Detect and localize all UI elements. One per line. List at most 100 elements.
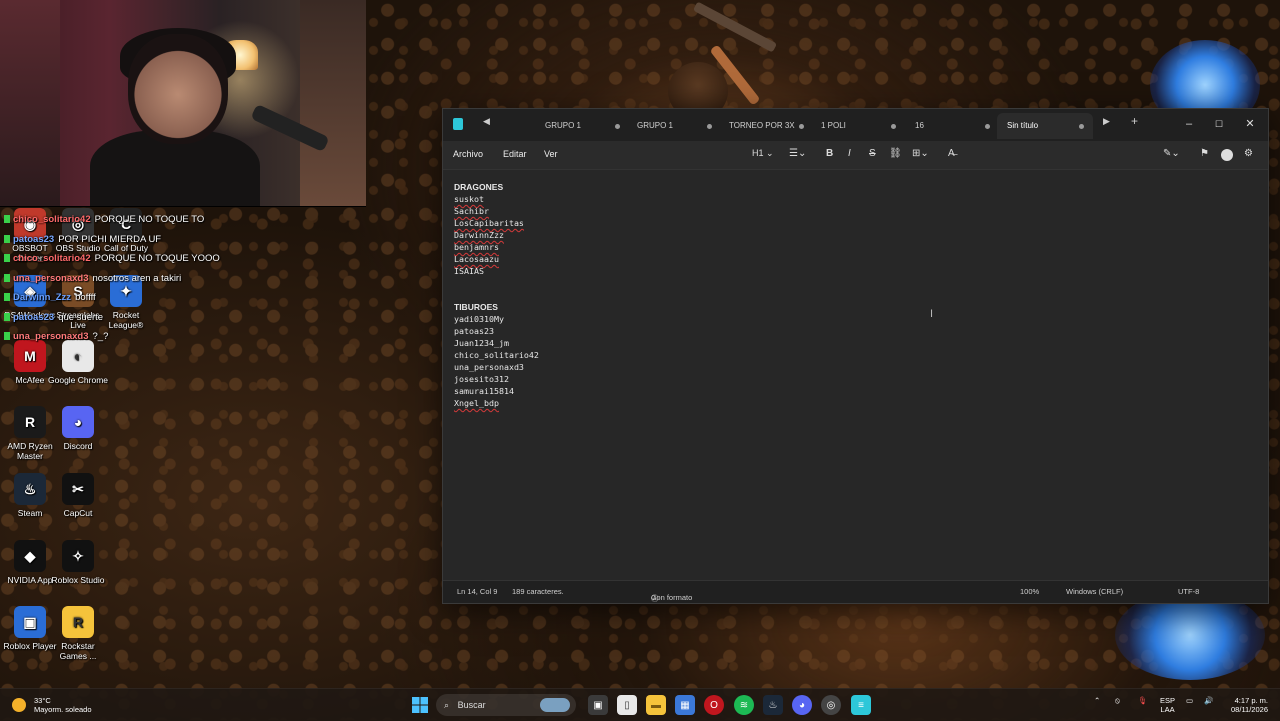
capcut-icon: ✂: [62, 473, 94, 505]
zoom-level[interactable]: 100%: [1020, 587, 1039, 596]
chat-text: PORQUE NO TOQUE YOOO: [94, 253, 220, 264]
chat-badge-icon: [4, 293, 10, 302]
obs-taskbar-icon[interactable]: ◎: [821, 695, 841, 715]
roblox-studio-icon: ✧: [62, 540, 94, 572]
tab-grupo-1-b[interactable]: GRUPO 1: [627, 113, 715, 139]
taskbar-search[interactable]: ⌕ Buscar: [436, 694, 576, 716]
document-line: Lacosaazu: [454, 254, 499, 264]
menu-archivo[interactable]: Archivo: [453, 149, 483, 159]
chat-username: patoas23: [13, 233, 55, 245]
settings-gear-icon[interactable]: ⚙: [1244, 148, 1253, 159]
menu-editar[interactable]: Editar: [503, 149, 527, 159]
text-cursor-icon: I: [930, 308, 934, 320]
network-icon[interactable]: ▭: [1186, 696, 1193, 705]
document-line: Juan1234_jm: [454, 338, 509, 348]
tab-16[interactable]: 16: [905, 113, 993, 139]
list-dropdown-icon[interactable]: ☰⌄: [789, 148, 806, 159]
document-line: benjamnrs: [454, 242, 499, 252]
windows-start-icon[interactable]: [410, 695, 430, 715]
unsaved-dot-icon: [985, 124, 990, 129]
document-line: yadi0310My: [454, 314, 504, 324]
document-line: LosCapibaritas: [454, 218, 524, 228]
steam-taskbar-icon[interactable]: ♨: [763, 695, 783, 715]
copilot-icon[interactable]: ✎⌄: [1163, 148, 1180, 159]
taskbar: 33°C Mayorm. soleado ⌕ Buscar ▣ ▯ ▬ ▦ O …: [0, 688, 1280, 721]
link-icon[interactable]: ⛓: [889, 148, 902, 159]
file-icon[interactable]: ▯: [617, 695, 637, 715]
text-editor[interactable]: DRAGONES suskot Sachibr LosCapibaritas Darwi…: [443, 170, 1268, 581]
document-text[interactable]: DRAGONES suskot Sachibr LosCapibaritas Darwi…: [454, 181, 539, 409]
clear-format-icon[interactable]: A̶: [948, 148, 955, 159]
discord-taskbar-icon[interactable]: ◕: [792, 695, 812, 715]
document-line: chico_solitario42: [454, 350, 539, 360]
document-line: Xngel_bdp: [454, 398, 499, 408]
chat-badge-icon: [4, 312, 10, 321]
feedback-icon[interactable]: ⚑: [1200, 148, 1209, 159]
show-hidden-icons[interactable]: ⌃: [1094, 696, 1100, 705]
tab-1-poli[interactable]: 1 POLI: [811, 113, 899, 139]
desktop-icon[interactable]: R Rockstar Games ...: [48, 606, 108, 661]
chat-text: boffff: [75, 292, 96, 303]
chat-username: Darwinn_Zzz: [13, 292, 72, 303]
minimize-icon[interactable]: –: [1175, 114, 1203, 134]
search-highlight-icon: [540, 698, 570, 712]
sun-icon: [12, 698, 26, 712]
desktop-icon[interactable]: ◐ Google Chrome: [48, 340, 108, 385]
maximize-icon[interactable]: ☐: [1205, 114, 1233, 134]
desktop-icon[interactable]: ✧ Roblox Studio: [48, 540, 108, 585]
document-line: patoas23: [454, 326, 494, 336]
tab-grupo-1[interactable]: GRUPO 1: [535, 113, 623, 139]
chat-message: patoas23 POR PICHI MIERDA UF: [4, 230, 364, 250]
wifi-off-icon[interactable]: ⦸: [1115, 696, 1120, 705]
spotify-icon[interactable]: ≋: [734, 695, 754, 715]
volume-icon[interactable]: 🔊: [1204, 696, 1213, 705]
language-indicator[interactable]: ESP LAA: [1160, 696, 1175, 714]
mic-muted-icon[interactable]: 🎙: [1138, 696, 1148, 705]
weather-widget[interactable]: 33°C Mayorm. soleado: [12, 696, 92, 714]
notepad-taskbar-icon[interactable]: ≡: [851, 695, 871, 715]
close-icon[interactable]: ✕: [1236, 114, 1264, 134]
file-explorer-icon[interactable]: ▬: [646, 695, 666, 715]
menu-ver[interactable]: Ver: [544, 149, 558, 159]
document-line: una_personaxd3: [454, 362, 524, 372]
line-ending[interactable]: Windows (CRLF): [1066, 587, 1123, 596]
roblox-player-icon: ▣: [14, 606, 46, 638]
italic-icon[interactable]: I: [848, 148, 851, 159]
tab-bar: ◀ GRUPO 1 GRUPO 1 TORNEO POR 3X 1 POLI 1…: [443, 109, 1268, 141]
clock[interactable]: 4:17 p. m. 08/11/2026: [1224, 696, 1268, 714]
stream-chat-overlay: chico_solitario42 PORQUE NO TOQUE TO patoa…: [4, 210, 364, 347]
encoding[interactable]: UTF-8: [1178, 587, 1199, 596]
chat-text: POR PICHI MIERDA UF: [58, 233, 162, 245]
desktop-icon[interactable]: ◕ Discord: [48, 406, 108, 451]
task-view-icon[interactable]: ▣: [588, 695, 608, 715]
chat-badge-icon: [4, 254, 10, 263]
tab-sin-titulo[interactable]: Sin título: [997, 113, 1093, 139]
account-avatar[interactable]: [1221, 149, 1233, 161]
webcam-overlay: [0, 0, 366, 207]
document-line: ISAIAS: [454, 266, 484, 276]
heading-dropdown[interactable]: H1 ⌄: [752, 148, 774, 159]
chat-badge-icon: [4, 332, 10, 341]
desktop-icon-label: CapCut: [63, 508, 93, 518]
document-line: Sachibr: [454, 206, 489, 216]
chat-username: chico_solitario42: [13, 253, 91, 264]
bold-icon[interactable]: B: [826, 148, 833, 159]
chat-message: una_personaxd3 nosotros aren a takiri: [4, 269, 364, 289]
document-heading: DRAGONES: [454, 182, 504, 192]
discord-icon: ◕: [62, 406, 94, 438]
new-tab-icon[interactable]: +: [1131, 114, 1138, 128]
chat-username: una_personaxd3: [13, 272, 89, 284]
scroll-tabs-right-icon[interactable]: ▶: [1103, 116, 1110, 127]
tab-torneo[interactable]: TORNEO POR 3X: [719, 113, 807, 139]
strikethrough-icon[interactable]: S: [869, 148, 876, 159]
document-line: suskot: [454, 194, 484, 204]
scroll-tabs-left-icon[interactable]: ◀: [483, 116, 490, 127]
desktop-icon[interactable]: ✂ CapCut: [48, 473, 108, 518]
store-icon[interactable]: ▦: [675, 695, 695, 715]
nvidia-icon: ◆: [14, 540, 46, 572]
chat-message: chico_solitario42 PORQUE NO TOQUE TO: [4, 210, 364, 230]
table-dropdown-icon[interactable]: ⊞⌄: [912, 148, 929, 159]
desktop-icon-label: Rockstar Games ...: [59, 641, 97, 661]
opera-gx-icon[interactable]: O: [704, 695, 724, 715]
